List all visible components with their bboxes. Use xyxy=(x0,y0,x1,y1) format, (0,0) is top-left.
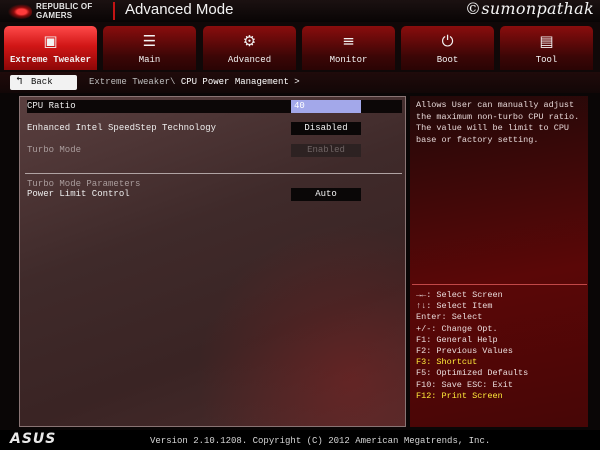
advanced-settings-icon: ⚙ xyxy=(242,32,257,50)
power-limit-select[interactable]: Auto xyxy=(291,188,361,201)
key-legend-item: F1: General Help xyxy=(416,334,498,345)
key-legend: →←: Select Screen ↑↓: Select Item Enter: S… xyxy=(416,290,586,402)
key-legend-item: F2: Previous Values xyxy=(416,346,513,357)
tab-label: Tool xyxy=(535,55,558,65)
list-icon: ☰ xyxy=(142,32,157,50)
back-label: Back xyxy=(31,77,53,87)
cpu-ratio-row[interactable]: CPU Ratio 40 xyxy=(27,100,402,113)
key-legend-item: +/-: Change Opt. xyxy=(416,323,498,334)
back-arrow-icon: ↰ xyxy=(16,76,23,88)
back-button[interactable]: ↰ Back xyxy=(10,75,77,90)
header-bar: REPUBLIC OF GAMERS Advanced Mode ©sumonp… xyxy=(0,0,600,22)
version-text: Version 2.10.1208. Copyright (C) 2012 Am… xyxy=(150,436,491,446)
turbo-mode-select: Enabled xyxy=(291,144,361,157)
rog-logo: REPUBLIC OF GAMERS xyxy=(6,2,106,20)
tab-tool[interactable]: ▤ Tool xyxy=(500,26,593,70)
key-legend-item: F3: Shortcut xyxy=(416,357,478,368)
cpu-ratio-label: CPU Ratio xyxy=(27,101,76,111)
footer-bar: ASUS Version 2.10.1208. Copyright (C) 20… xyxy=(0,430,600,450)
breadcrumb-parent[interactable]: Extreme Tweaker\ xyxy=(89,77,181,87)
tab-boot[interactable]: ⏻ Boot xyxy=(401,26,494,70)
speedstep-label: Enhanced Intel SpeedStep Technology xyxy=(27,123,217,133)
key-legend-item: ↑↓: Select Item xyxy=(416,301,493,312)
tab-label: Monitor xyxy=(329,55,368,65)
tab-label: Extreme Tweaker xyxy=(9,55,91,65)
header-divider xyxy=(113,2,115,20)
cpu-chip-icon: ▣ xyxy=(43,32,58,50)
turbo-mode-label: Turbo Mode xyxy=(27,145,82,155)
key-legend-item: Enter: Select xyxy=(416,312,483,323)
speedstep-select[interactable]: Disabled xyxy=(291,122,361,135)
breadcrumb-current: CPU Power Management > xyxy=(180,77,300,87)
tab-label: Main xyxy=(138,55,161,65)
key-legend-item: →←: Select Screen xyxy=(416,290,503,300)
asus-logo: ASUS xyxy=(10,431,57,447)
power-limit-row[interactable]: Power Limit Control Auto xyxy=(27,188,402,201)
key-legend-item: F10: Save ESC: Exit xyxy=(416,379,513,390)
rog-eye-icon xyxy=(6,3,32,19)
turbo-mode-row: Turbo Mode Enabled xyxy=(27,144,402,157)
main-tabs: ▣ Extreme Tweaker ☰ Main ⚙ Advanced ≡ Mo… xyxy=(0,22,600,72)
logo-line2: GAMERS xyxy=(36,11,73,20)
watermark: ©sumonpathak xyxy=(465,0,594,18)
key-legend-item: F12: Print Screen xyxy=(416,390,503,401)
speedstep-row[interactable]: Enhanced Intel SpeedStep Technology Disa… xyxy=(27,122,402,135)
tab-advanced[interactable]: ⚙ Advanced xyxy=(203,26,296,70)
monitor-icon: ≡ xyxy=(342,32,355,50)
mode-title: Advanced Mode xyxy=(125,1,234,18)
tab-label: Boot xyxy=(436,55,459,65)
help-description: Allows User can manually adjust the maxi… xyxy=(416,100,580,145)
tab-extreme-tweaker[interactable]: ▣ Extreme Tweaker xyxy=(4,26,97,70)
power-icon: ⏻ xyxy=(441,32,454,50)
breadcrumb-bar: ↰ Back Extreme Tweaker\ CPU Power Manage… xyxy=(0,72,600,93)
help-divider xyxy=(412,284,587,285)
settings-panel: CPU Ratio 40 Enhanced Intel SpeedStep Te… xyxy=(19,96,406,427)
tab-monitor[interactable]: ≡ Monitor xyxy=(302,26,395,70)
breadcrumb: Extreme Tweaker\ CPU Power Management > xyxy=(89,77,300,87)
cpu-ratio-input[interactable]: 40 xyxy=(291,100,361,113)
background-swirl xyxy=(170,197,405,426)
tab-label: Advanced xyxy=(227,55,272,65)
power-limit-label: Power Limit Control xyxy=(27,189,130,199)
tab-main[interactable]: ☰ Main xyxy=(103,26,196,70)
help-panel: Allows User can manually adjust the maxi… xyxy=(410,96,588,427)
toolbox-icon: ▤ xyxy=(539,32,554,50)
section-divider xyxy=(25,173,402,174)
logo-line1: REPUBLIC OF xyxy=(36,2,93,11)
key-legend-item: F5: Optimized Defaults xyxy=(416,368,529,379)
